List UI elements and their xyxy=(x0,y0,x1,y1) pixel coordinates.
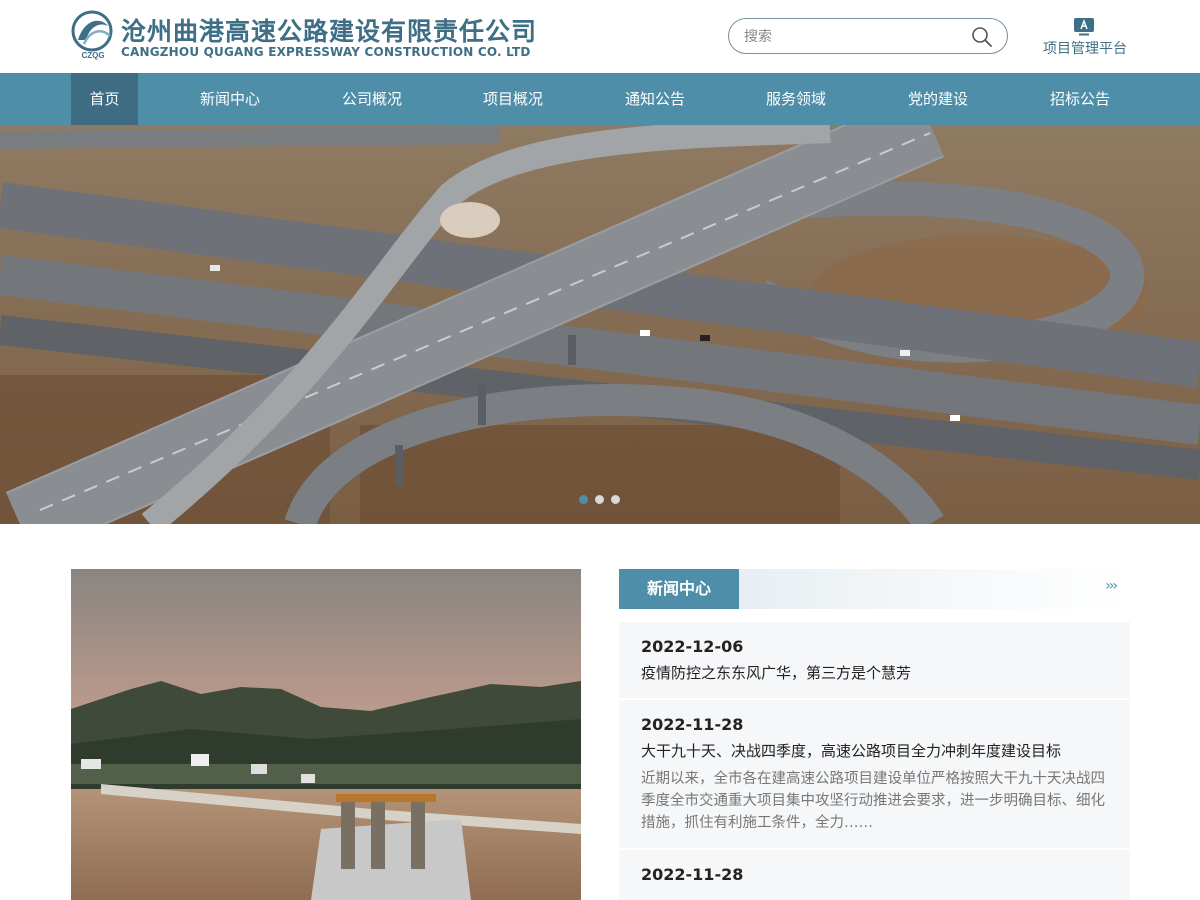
more-arrows-icon[interactable]: ››› xyxy=(1105,578,1118,594)
project-platform-link[interactable]: 项目管理平台 xyxy=(1030,16,1140,60)
news-item[interactable]: 2022-12-06 疫情防控之东东风广华，第三方是个慧芳 xyxy=(619,622,1130,700)
logo-abbr: CZQG xyxy=(81,51,104,60)
carousel-dot-3[interactable] xyxy=(611,495,620,504)
carousel-indicators xyxy=(577,495,627,505)
company-name-cn[interactable]: 沧州曲港高速公路建设有限责任公司 xyxy=(121,12,537,48)
news-center-panel: 新闻中心 ››› 2022-12-06 疫情防控之东东风广华，第三方是个慧芳 2… xyxy=(619,569,1130,900)
search-input[interactable] xyxy=(744,26,964,48)
nav-item-services[interactable]: 服务领域 xyxy=(746,73,846,125)
bridge-construction-image xyxy=(71,569,581,900)
nav-item-notices[interactable]: 通知公告 xyxy=(605,73,705,125)
site-header: CZQG 沧州曲港高速公路建设有限责任公司 CANGZHOU QUGANG EX… xyxy=(0,0,1200,73)
hero-banner[interactable] xyxy=(0,125,1200,524)
search-box xyxy=(728,18,1008,54)
news-panel-header: 新闻中心 ››› xyxy=(619,569,1130,609)
nav-item-company[interactable]: 公司概况 xyxy=(322,73,422,125)
news-item[interactable]: 2022-11-28 大干九十天、决战四季度，高速公路项目全力冲刺年度建设目标 … xyxy=(619,700,1130,850)
news-summary: 近期以来，全市各在建高速公路项目建设单位严格按照大干九十天决战四季度全市交通重大… xyxy=(641,771,1105,831)
monitor-icon xyxy=(1074,18,1094,36)
nav-item-home[interactable]: 首页 xyxy=(71,73,138,125)
news-date: 2022-12-06 xyxy=(641,637,744,656)
company-logo-icon[interactable]: CZQG xyxy=(70,10,116,60)
nav-item-bidding[interactable]: 招标公告 xyxy=(1030,73,1130,125)
news-headline[interactable]: 疫情防控之东东风广华，第三方是个慧芳 xyxy=(641,662,1108,684)
news-panel-title[interactable]: 新闻中心 xyxy=(619,569,739,609)
news-date: 2022-11-28 xyxy=(641,865,744,884)
carousel-dot-1[interactable] xyxy=(579,495,588,504)
company-name-en: CANGZHOU QUGANG EXPRESSWAY CONSTRUCTION … xyxy=(121,45,531,59)
carousel-dot-2[interactable] xyxy=(595,495,604,504)
main-nav: 首页 新闻中心 公司概况 项目概况 通知公告 服务领域 党的建设 招标公告 xyxy=(0,73,1200,125)
news-list: 2022-12-06 疫情防控之东东风广华，第三方是个慧芳 2022-11-28… xyxy=(619,622,1130,900)
search-icon[interactable] xyxy=(971,26,993,48)
featured-news-photo[interactable] xyxy=(71,569,581,900)
news-date: 2022-11-28 xyxy=(641,715,744,734)
nav-item-news[interactable]: 新闻中心 xyxy=(180,73,280,125)
hero-image xyxy=(0,125,1200,524)
project-platform-label: 项目管理平台 xyxy=(1043,41,1127,57)
nav-item-party[interactable]: 党的建设 xyxy=(888,73,988,125)
news-item[interactable]: 2022-11-28 xyxy=(619,850,1130,900)
news-headline[interactable]: 大干九十天、决战四季度，高速公路项目全力冲刺年度建设目标 xyxy=(641,740,1108,762)
nav-item-projects[interactable]: 项目概况 xyxy=(463,73,563,125)
